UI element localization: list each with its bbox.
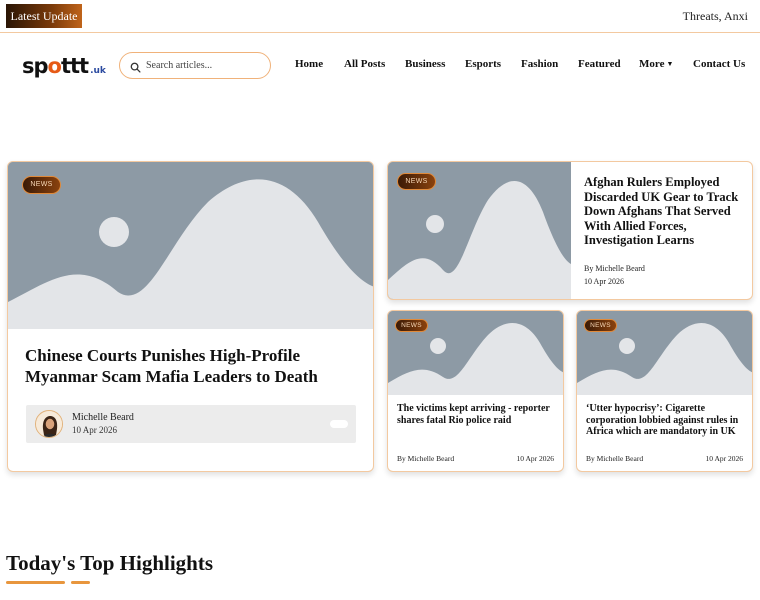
article-author[interactable]: By Michelle Beard [397,454,454,463]
logo-text-o: o [47,54,62,78]
side-article-card[interactable]: NEWS Afghan Rulers Employed Discarded UK… [387,161,753,300]
small-article-title[interactable]: The victims kept arriving - reporter sha… [397,403,559,426]
author-avatar [35,410,63,438]
author-name[interactable]: Michelle Beard [72,412,134,423]
site-header: spottt.uk Home All Posts Business Esport… [0,34,760,96]
featured-article-card[interactable]: NEWS Chinese Courts Punishes High-Profil… [7,161,374,472]
caret-down-icon: ▼ [666,60,674,68]
nav-esports[interactable]: Esports [465,58,501,70]
news-tag[interactable]: NEWS [584,319,617,332]
news-tag[interactable]: NEWS [22,176,61,194]
nav-more-label: More [639,58,665,70]
section-title: Today's Top Highlights [6,551,214,575]
small-article-card[interactable]: NEWS ‘Utter hypocrisy’: Cigarette corpor… [576,310,753,472]
news-tag[interactable]: NEWS [395,319,428,332]
nav-contact-us[interactable]: Contact Us [693,58,745,70]
side-article-title[interactable]: Afghan Rulers Employed Discarded UK Gear… [584,175,744,248]
logo-text-prefix: sp [22,54,49,78]
search-icon [130,60,141,73]
publish-date: 10 Apr 2026 [705,454,744,463]
small-article-title[interactable]: ‘Utter hypocrisy’: Cigarette corporation… [586,403,748,438]
publish-date: 10 Apr 2026 [72,425,117,435]
latest-update-bar: Latest Update Threats, Anxi [0,0,760,33]
featured-article-title[interactable]: Chinese Courts Punishes High-Profile Mya… [25,345,355,387]
logo-domain: .uk [90,66,106,76]
small-article-card[interactable]: NEWS The victims kept arriving - reporte… [387,310,564,472]
search-input[interactable] [146,56,264,74]
article-author[interactable]: By Michelle Beard [586,454,643,463]
section-underline-accent [71,581,90,584]
nav-featured[interactable]: Featured [578,58,621,70]
author-box: Michelle Beard 10 Apr 2026 [26,405,356,443]
publish-date: 10 Apr 2026 [516,454,555,463]
nav-home[interactable]: Home [295,58,323,70]
latest-update-badge: Latest Update [6,4,82,28]
image-placeholder-icon [8,162,373,329]
section-underline [6,581,65,584]
article-author[interactable]: By Michelle Beard [584,264,645,273]
news-tag[interactable]: NEWS [397,173,436,190]
nav-fashion[interactable]: Fashion [521,58,558,70]
site-logo[interactable]: spottt .uk [22,54,106,78]
logo-text-suffix: ttt [60,54,89,78]
nav-more[interactable]: More ▼ [639,58,673,70]
ticker-headline[interactable]: Threats, Anxi [683,9,748,24]
share-pill[interactable] [330,420,348,428]
article-image-placeholder [8,162,373,329]
nav-all-posts[interactable]: All Posts [344,58,385,70]
nav-business[interactable]: Business [405,58,445,70]
publish-date: 10 Apr 2026 [584,277,624,286]
search-box[interactable] [119,52,271,79]
